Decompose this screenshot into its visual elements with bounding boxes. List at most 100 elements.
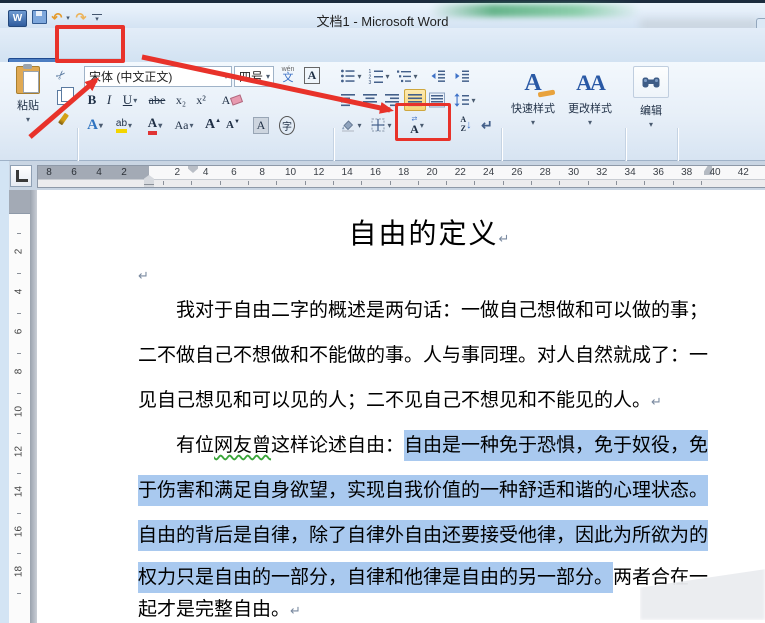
word-logo-icon[interactable]: W — [8, 10, 27, 27]
ruler-mark — [531, 181, 533, 185]
text-line[interactable]: 我对于自由二字的概述是两句话：一做自己想做和可以做的事； — [138, 299, 765, 323]
character-shading-button[interactable]: A — [250, 114, 272, 136]
text-line[interactable]: 见自己想见和可以见的人；二不见自己不想见和不能见的人。↵ — [138, 389, 728, 414]
justify-button[interactable] — [404, 89, 426, 111]
ruler-mark — [276, 181, 278, 185]
ruler-mark: 42 — [737, 167, 749, 178]
shrink-font-button[interactable]: A ▼ — [224, 114, 242, 136]
ruler-mark: 24 — [483, 167, 495, 178]
align-center-button[interactable] — [360, 90, 380, 110]
ruler-mark — [559, 181, 561, 185]
quick-styles-button[interactable]: A 快速样式 — [506, 66, 560, 128]
numbering-button[interactable] — [366, 66, 392, 86]
change-styles-label: 更改样式 — [568, 103, 612, 115]
left-indent-marker[interactable] — [144, 184, 154, 187]
subscript-button[interactable]: x₂ — [172, 90, 190, 110]
text-line[interactable]: ↵ — [138, 263, 728, 288]
borders-button[interactable] — [368, 114, 394, 136]
document-heading[interactable]: 自由的定义↵ — [138, 212, 722, 252]
word-logo-letter: W — [12, 13, 23, 24]
ruler-mark: 36 — [652, 167, 664, 178]
paste-button[interactable]: 粘贴 — [8, 64, 48, 125]
text-line[interactable]: 起才是完整自由。↵ — [138, 598, 728, 623]
save-icon[interactable] — [32, 10, 47, 24]
ruler-mark — [17, 593, 21, 594]
redo-icon[interactable]: ↷ — [74, 10, 88, 26]
text-line[interactable]: 权力只是自由的一部分，自律和他律是自由的另一部分。两者合在一 — [138, 562, 728, 593]
quick-styles-dropdown-icon — [531, 116, 535, 128]
character-border-button[interactable]: A — [302, 64, 322, 86]
editing-label: 编辑 — [640, 105, 662, 117]
strikethrough-button[interactable]: abe — [144, 90, 170, 110]
window-left-strip — [0, 161, 9, 623]
ribbon: 粘贴 ✂ 剪贴板 宋体 (中文正文) 四号 wén 文 A B I U abe … — [0, 61, 765, 222]
ruler-mark: 12 — [313, 167, 325, 178]
ruler-mark — [163, 181, 165, 185]
eraser-icon — [230, 94, 244, 106]
editing-button[interactable]: 编辑 — [632, 66, 670, 130]
change-styles-button[interactable]: AA 更改样式 — [562, 66, 618, 128]
asian-layout-button[interactable]: ⇄ A — [402, 114, 432, 136]
text-line[interactable]: 有位网友曾这样论述自由：自由是一种免于恐惧，免于奴役，免 — [138, 430, 765, 461]
sort-button[interactable]: AZ ↓ — [456, 114, 476, 136]
increase-indent-button[interactable] — [452, 66, 472, 86]
text-line[interactable]: 二不做自己不想做和不能做的事。人与事同理。对人自然就成了：一 — [138, 344, 728, 368]
ruler-mark — [17, 553, 21, 554]
paste-dropdown-icon — [26, 113, 30, 125]
text-line[interactable]: 于伤害和满足自身欲望，实现自我价值的一种舒适和谐的心理状态。 — [138, 475, 728, 506]
ruler-mark — [17, 313, 21, 314]
ruler-mark — [17, 433, 21, 434]
quick-styles-icon: A — [524, 66, 556, 100]
ruler-mark — [446, 181, 448, 185]
undo-icon[interactable]: ↶ — [50, 10, 64, 26]
text-effects-button[interactable]: A — [82, 114, 108, 136]
format-painter-button[interactable] — [52, 110, 74, 128]
show-marks-button[interactable]: ↵ — [478, 114, 496, 136]
underline-button[interactable]: U — [118, 90, 142, 110]
ruler-mark: 16 — [13, 525, 25, 538]
grow-arrow-icon: ▲ — [215, 118, 222, 124]
ruler-mark — [644, 181, 646, 185]
line-spacing-button[interactable] — [452, 90, 478, 110]
horizontal-ruler: 8 6 4 2 2 4 6 8 10 12 14 16 18 20 22 24 26 28 30 32 34 36 38 40… — [37, 165, 765, 188]
multilevel-list-button[interactable] — [394, 66, 420, 86]
vertical-ruler-margin-zone — [9, 190, 30, 214]
align-right-button[interactable] — [382, 90, 402, 110]
text-line[interactable]: 自由的背后是自律，除了自律外自由还要接受他律，因此为所欲为的 — [138, 520, 728, 551]
distribute-button[interactable] — [427, 90, 447, 110]
font-size-combo[interactable]: 四号 — [234, 66, 274, 87]
undo-dropdown-icon[interactable]: ▾ — [64, 10, 72, 26]
copy-icon — [56, 86, 74, 105]
copy-button[interactable] — [52, 86, 74, 106]
decrease-indent-button[interactable] — [428, 66, 448, 86]
change-styles-dropdown-icon — [588, 116, 592, 128]
clear-formatting-button[interactable]: A — [218, 90, 246, 110]
shading-button[interactable] — [338, 114, 364, 136]
qat-customize-icon[interactable]: ▾ — [92, 14, 102, 23]
ruler-mark: 10 — [13, 405, 25, 418]
ruler-mark — [587, 181, 589, 185]
phonetic-guide-button[interactable]: wén 文 — [277, 64, 299, 86]
superscript-button[interactable]: x² — [192, 90, 210, 110]
bold-button[interactable]: B — [84, 90, 100, 110]
page-edge-shadow — [30, 190, 37, 623]
first-line-indent-marker[interactable] — [188, 166, 198, 173]
ruler-mark: 8 — [46, 167, 52, 178]
ruler-mark: 22 — [454, 167, 466, 178]
ruler-mark: 14 — [13, 485, 25, 498]
bullets-button[interactable] — [338, 66, 364, 86]
align-left-button[interactable] — [338, 90, 358, 110]
enclose-characters-button[interactable]: 字 — [276, 114, 298, 136]
ruler-mark: 2 — [13, 248, 25, 255]
cut-button[interactable]: ✂ — [47, 61, 75, 89]
text-highlight-button[interactable]: ab — [110, 114, 138, 136]
font-color-button[interactable]: A — [142, 114, 168, 136]
ruler-mark: 18 — [398, 167, 410, 178]
grow-font-button[interactable]: A ▲ — [204, 114, 222, 136]
ruler-mark — [219, 181, 221, 185]
font-name-combo[interactable]: 宋体 (中文正文) — [84, 66, 232, 87]
ruler-mark — [502, 181, 504, 185]
tab-stop-selector[interactable] — [10, 165, 32, 187]
italic-button[interactable]: I — [102, 90, 116, 110]
change-case-button[interactable]: Aa — [170, 114, 198, 136]
